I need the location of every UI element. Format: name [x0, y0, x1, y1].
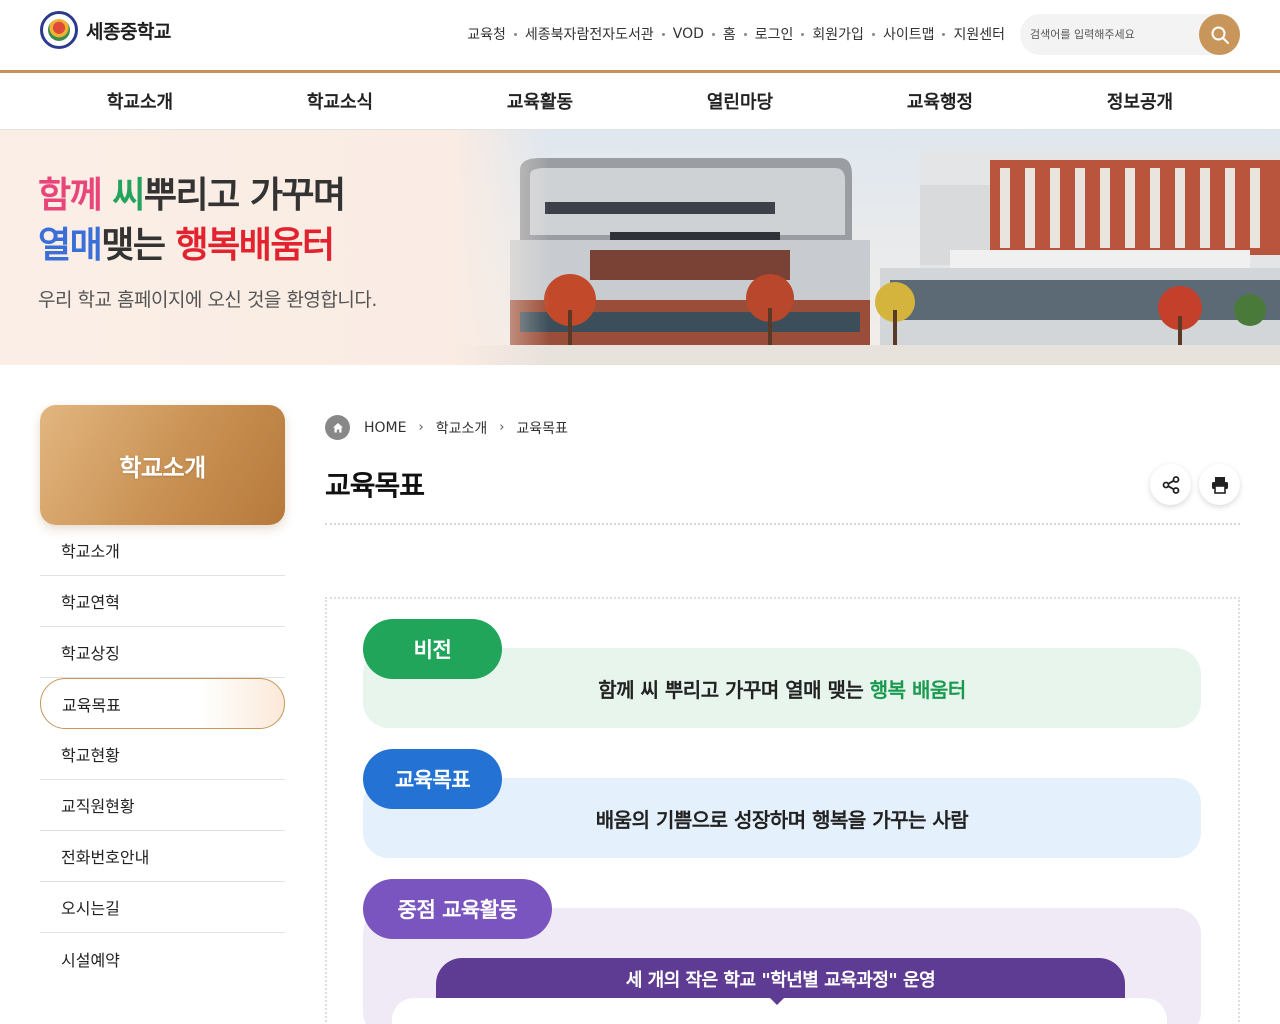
separator-dot — [871, 32, 875, 36]
share-button[interactable] — [1150, 464, 1191, 505]
share-icon — [1162, 475, 1179, 494]
breadcrumb-level1[interactable]: 학교소개 — [436, 418, 488, 438]
gnb-item-open-forum[interactable]: 열린마당 — [640, 73, 840, 129]
util-link-vod[interactable]: VOD — [673, 26, 704, 42]
sidebar-menu: 학교소개 학교연혁 학교상징 교육목표 학교현황 교직원현황 전화번호안내 오시… — [40, 525, 285, 984]
util-link-home[interactable]: 홈 — [723, 24, 736, 44]
chevron-right-icon: › — [418, 420, 424, 435]
sidebar-item-history[interactable]: 학교연혁 — [40, 576, 285, 627]
top-header: 세종중학교 교육청 세종북자람전자도서관 VOD 홈 로그인 회원가입 사이트맵… — [0, 0, 1280, 70]
hero-word: 행복배움터 — [175, 225, 336, 266]
focus-subheading: 세 개의 작은 학교 "학년별 교육과정" 운영 — [436, 958, 1125, 1000]
sidebar-item-directions[interactable]: 오시는길 — [40, 882, 285, 933]
separator-dot — [661, 32, 665, 36]
hero-slogan-line2: 열매맺는 행복배움터 — [38, 216, 336, 268]
chevron-right-icon: › — [499, 420, 505, 435]
util-link-edu-office[interactable]: 교육청 — [467, 24, 506, 44]
util-link-library[interactable]: 세종북자람전자도서관 — [525, 24, 654, 44]
site-logo[interactable]: 세종중학교 — [40, 11, 171, 49]
util-link-support[interactable]: 지원센터 — [953, 24, 1005, 44]
sidebar-header: 학교소개 — [40, 405, 285, 525]
hero-word: 뿌리고 가꾸며 — [143, 175, 346, 216]
sidebar-item-phone[interactable]: 전화번호안내 — [40, 831, 285, 882]
goal-text: 배움의 기쁨으로 성장하며 행복을 가꾸는 사람 — [595, 807, 969, 832]
util-link-signup[interactable]: 회원가입 — [812, 24, 864, 44]
print-icon — [1211, 476, 1228, 494]
vision-label: 비전 — [363, 619, 502, 679]
focus-notch — [770, 998, 784, 1005]
school-building-image — [450, 130, 1280, 365]
gnb-item-school-news[interactable]: 학교소식 — [240, 73, 440, 129]
school-emblem-icon — [40, 11, 78, 49]
separator-dot — [711, 32, 715, 36]
sidebar-item-symbol[interactable]: 학교상징 — [40, 627, 285, 678]
goal-label: 교육목표 — [363, 749, 502, 809]
util-link-sitemap[interactable]: 사이트맵 — [883, 24, 935, 44]
sidebar-item-edu-goal[interactable]: 교육목표 — [40, 678, 285, 729]
home-button[interactable] — [325, 415, 350, 440]
search-input[interactable] — [1030, 24, 1200, 44]
util-link-login[interactable]: 로그인 — [755, 24, 794, 44]
gnb-item-edu-activity[interactable]: 교육활동 — [440, 73, 640, 129]
print-button[interactable] — [1199, 464, 1240, 505]
hero-word: 열매 — [38, 225, 103, 266]
school-name: 세종중학교 — [86, 20, 171, 43]
hero-word: 씨 — [112, 175, 145, 216]
vision-highlight: 행복 배움터 — [869, 677, 966, 702]
sidebar-item-facility-booking[interactable]: 시설예약 — [40, 933, 285, 984]
page-title: 교육목표 — [325, 469, 425, 502]
search-icon — [1211, 26, 1229, 44]
main-nav: 학교소개 학교소식 교육활동 열린마당 교육행정 정보공개 — [0, 70, 1280, 130]
gnb-item-edu-admin[interactable]: 교육행정 — [840, 73, 1040, 129]
search-button[interactable] — [1199, 14, 1240, 55]
breadcrumb: HOME › 학교소개 › 교육목표 — [325, 415, 568, 440]
title-divider — [325, 523, 1240, 525]
separator-dot — [513, 32, 517, 36]
search-box — [1020, 14, 1240, 55]
separator-dot — [942, 32, 946, 36]
gnb-item-info-disclosure[interactable]: 정보공개 — [1040, 73, 1240, 129]
sidebar-item-status[interactable]: 학교현황 — [40, 729, 285, 780]
separator-dot — [743, 32, 747, 36]
hero-subtitle: 우리 학교 홈페이지에 오신 것을 환영합니다. — [38, 289, 377, 311]
gnb-item-school-intro[interactable]: 학교소개 — [40, 73, 240, 129]
hero-word: 함께 — [38, 175, 103, 216]
home-icon — [332, 422, 343, 432]
breadcrumb-level2[interactable]: 교육목표 — [516, 418, 568, 438]
sidebar-title: 학교소개 — [119, 453, 206, 482]
sidebar-item-school-intro[interactable]: 학교소개 — [40, 525, 285, 576]
separator-dot — [801, 32, 805, 36]
sidebar-item-staff[interactable]: 교직원현황 — [40, 780, 285, 831]
focus-label: 중점 교육활동 — [363, 879, 552, 939]
hero-word: 맺는 — [101, 225, 166, 266]
breadcrumb-home[interactable]: HOME — [364, 420, 406, 436]
vision-text: 함께 씨 뿌리고 가꾸며 열매 맺는 — [598, 677, 864, 702]
utility-nav: 교육청 세종북자람전자도서관 VOD 홈 로그인 회원가입 사이트맵 지원센터 — [467, 24, 1005, 44]
hero-slogan-line1: 함께 씨뿌리고 가꾸며 — [38, 166, 346, 218]
hero-banner: 함께 씨뿌리고 가꾸며 열매맺는 행복배움터 우리 학교 홈페이지에 오신 것을… — [0, 130, 1280, 365]
